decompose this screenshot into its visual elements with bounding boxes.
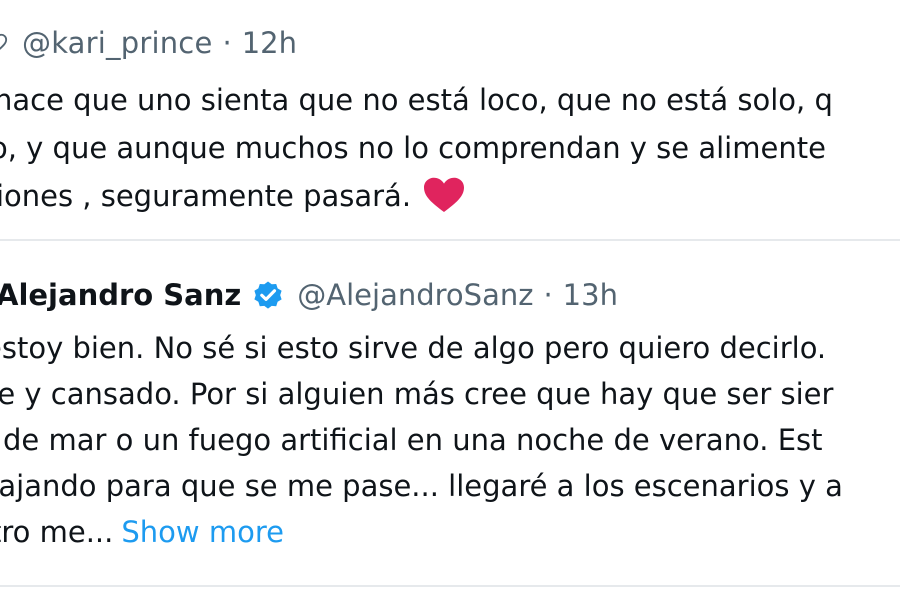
verified-badge-icon[interactable] [251, 278, 285, 312]
reply-header: @kari_prince · 12h [0, 24, 297, 62]
quote-text-line: a de mar o un fuego artificial en una no… [0, 423, 823, 457]
reply-text-line-last: ciones , seguramente pasará. [0, 172, 833, 220]
reply-text-line: ciones , seguramente pasará. [0, 179, 412, 213]
separator-dot: · [222, 26, 232, 60]
quote-text-line: te y cansado. Por si alguien más cree qu… [0, 377, 834, 411]
quoted-tweet-card[interactable]: Alejandro Sanz @AlejandroSanz · 13h esto… [0, 239, 900, 587]
red-heart-icon [423, 177, 465, 213]
reply-text-line: o, y que aunque muchos no lo comprendan … [0, 131, 826, 165]
reply-handle[interactable]: @kari_prince [22, 26, 213, 60]
quote-text-line: estoy bien. No sé si esto sirve de algo … [0, 331, 827, 365]
quote-author-name[interactable]: Alejandro Sanz [0, 278, 241, 312]
reply-text-line: hace que uno sienta que no está loco, qu… [0, 83, 833, 117]
show-more-link[interactable]: Show more [121, 515, 284, 549]
reply-text: hace que uno sienta que no está loco, qu… [0, 76, 833, 220]
quote-text-line: tro me... [0, 515, 114, 549]
reply-timestamp[interactable]: 12h [242, 26, 297, 60]
separator-dot: · [543, 278, 553, 312]
quote-text-line-last: tro me... Show more [0, 509, 843, 555]
quote-author-handle[interactable]: @AlejandroSanz [297, 278, 533, 312]
quote-text-line: bajando para que se me pase... llegaré a… [0, 469, 843, 503]
heart-outline-icon[interactable] [0, 32, 8, 54]
quote-header: Alejandro Sanz @AlejandroSanz · 13h [0, 275, 618, 315]
reply-tweet[interactable]: @kari_prince · 12h hace que uno sienta q… [0, 0, 900, 240]
quote-timestamp[interactable]: 13h [563, 278, 618, 312]
quote-text: estoy bien. No sé si esto sirve de algo … [0, 325, 843, 555]
